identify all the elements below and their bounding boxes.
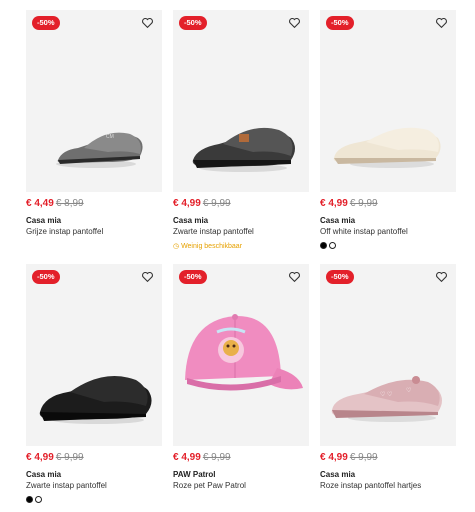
old-price: € 9,99 [55,452,84,463]
svg-text:CM: CM [106,134,114,140]
brand: PAW Patrol [173,470,216,479]
discount-badge: -50% [326,16,354,30]
brand: Casa mia [26,470,62,479]
heart-icon[interactable] [141,270,154,283]
discount-badge: -50% [179,16,207,30]
stock-label: Weinig beschikbaar [181,243,243,250]
product-name[interactable]: Off white instap pantoffel [320,226,456,237]
current-price: € 4,49 [26,198,54,209]
current-price: € 4,99 [320,198,348,209]
current-price: € 4,99 [26,452,54,463]
product-image-box[interactable]: -50% [173,264,309,446]
off-white-slipper-image [333,127,441,168]
dark-grey-slipper-image [192,127,295,172]
color-swatches [26,496,162,503]
product-image-box[interactable]: CM -50% [26,10,162,192]
product-name[interactable]: Grijze instap pantoffel [26,226,162,237]
current-price: € 4,99 [173,198,201,209]
old-price: € 9,99 [202,198,231,209]
product-card[interactable]: -50% € 4,99 € 9,99 Casa mia Off white ins… [320,10,456,249]
discount-badge: -50% [179,270,207,284]
stock-status: ◷ Weinig beschikbaar [173,242,309,251]
product-name[interactable]: Zwarte instap pantoffel [26,480,162,491]
svg-text:♡ ♡: ♡ ♡ [380,391,392,398]
old-price: € 8,99 [55,198,84,209]
price: € 4,99 € 9,99 [173,198,309,210]
pink-hearts-slipper-image: ♡ ♡ ♡ [331,376,442,422]
product-image-box[interactable]: -50% [26,264,162,446]
product-image-box[interactable]: -50% [320,10,456,192]
price: € 4,99 € 9,99 [320,452,456,464]
brand: Casa mia [320,470,356,479]
heart-icon[interactable] [288,270,301,283]
product-card[interactable]: -50% € 4,99 € 9,99 PAW Patrol Roze pet Pa… [173,264,309,491]
swatch-white[interactable] [329,242,336,249]
brand: Casa mia [26,216,62,225]
old-price: € 9,99 [349,452,378,463]
heart-icon[interactable] [141,16,154,29]
black-slipper-image [39,376,152,424]
swatch-black[interactable] [26,496,33,503]
discount-badge: -50% [326,270,354,284]
product-card[interactable]: CM -50% € 4,49 € 8,99 Casa mia Grijze ins… [26,10,162,237]
swatch-white[interactable] [35,496,42,503]
price: € 4,99 € 9,99 [26,452,162,464]
svg-text:♡: ♡ [406,387,411,394]
grey-slipper-image: CM [56,132,143,168]
brand: Casa mia [320,216,356,225]
product-image-box[interactable]: ♡ ♡ ♡ -50% [320,264,456,446]
heart-icon[interactable] [288,16,301,29]
product-name[interactable]: Roze instap pantoffel hartjes [320,480,456,491]
old-price: € 9,99 [202,452,231,463]
discount-badge: -50% [32,16,60,30]
product-card[interactable]: ♡ ♡ ♡ -50% € 4,99 € 9,99 Casa mia Roze in… [320,264,456,491]
pink-cap-image [185,314,303,391]
current-price: € 4,99 [320,452,348,463]
product-name[interactable]: Roze pet Paw Patrol [173,480,309,491]
clock-icon: ◷ [173,243,180,250]
product-card[interactable]: -50% € 4,99 € 9,99 Casa mia Zwarte instap… [26,264,162,503]
product-card[interactable]: -50% € 4,99 € 9,99 Casa mia Zwarte instap… [173,10,309,251]
heart-icon[interactable] [435,270,448,283]
heart-icon[interactable] [435,16,448,29]
old-price: € 9,99 [349,198,378,209]
color-swatches [320,242,456,249]
swatch-black[interactable] [320,242,327,249]
product-name[interactable]: Zwarte instap pantoffel [173,226,309,237]
price: € 4,49 € 8,99 [26,198,162,210]
product-image-box[interactable]: -50% [173,10,309,192]
price: € 4,99 € 9,99 [320,198,456,210]
discount-badge: -50% [32,270,60,284]
brand: Casa mia [173,216,209,225]
current-price: € 4,99 [173,452,201,463]
price: € 4,99 € 9,99 [173,452,309,464]
